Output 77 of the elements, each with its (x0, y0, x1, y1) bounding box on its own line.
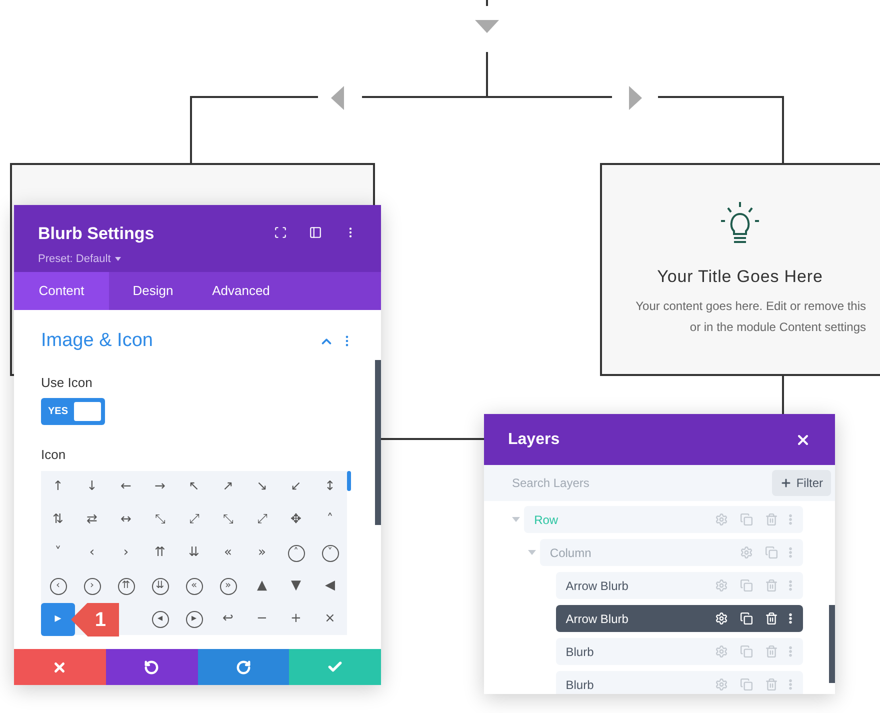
step-callout: 1 (71, 602, 119, 636)
icon-option[interactable]: ▸ (41, 602, 75, 636)
duplicate-icon[interactable] (740, 612, 753, 625)
icon-option[interactable]: ↙ (279, 470, 313, 504)
icon-option[interactable]: ˅ (313, 536, 347, 570)
icon-option[interactable]: ◀ (313, 570, 347, 602)
icon-option[interactable]: ▲ (245, 570, 279, 602)
icon-option[interactable]: → (143, 470, 177, 504)
card-text: Your content goes here. Edit or remove this (636, 298, 866, 314)
icon-option[interactable]: ↩ (211, 602, 245, 636)
preset-dropdown[interactable]: Preset: Default (38, 250, 274, 267)
icon-option[interactable]: ↗ (211, 470, 245, 504)
icon-option[interactable]: ˄ (313, 504, 347, 536)
icon-option[interactable]: ↓ (75, 470, 109, 504)
layer-item[interactable]: Arrow Blurb (556, 605, 803, 632)
icon-option[interactable]: ⇊ (143, 570, 177, 602)
icon-option[interactable]: « (211, 536, 245, 570)
icon-option[interactable]: ⤡ (143, 504, 177, 536)
icon-option[interactable]: ˄ (279, 536, 313, 570)
arrow-down-icon (475, 20, 499, 33)
close-icon (52, 660, 68, 674)
arrow-right-icon (629, 86, 642, 110)
icon-option[interactable]: × (313, 602, 347, 636)
card-title: Your Title Goes Here (657, 266, 823, 288)
icon-option[interactable]: ⤡ (211, 504, 245, 536)
icon-option[interactable]: ⇄ (75, 504, 109, 536)
plus-icon (780, 477, 792, 489)
connector-line (486, 0, 488, 6)
undo-icon (144, 660, 160, 674)
icon-option[interactable]: ◂ (143, 602, 177, 636)
undo-button[interactable] (106, 649, 198, 685)
scrollbar-thumb[interactable] (347, 470, 351, 490)
scrollbar[interactable] (375, 360, 381, 525)
icon-option[interactable]: ⤢ (177, 504, 211, 536)
card-text: or in the module Content settings (690, 318, 866, 336)
icon-option[interactable]: ⤢ (245, 504, 279, 536)
icon-option[interactable]: ↔ (109, 504, 143, 536)
icon-option[interactable]: « (177, 570, 211, 602)
icon-option[interactable]: + (279, 602, 313, 636)
icon-option[interactable]: » (245, 536, 279, 570)
icon-option[interactable]: ⇅ (41, 504, 75, 536)
search-field[interactable]: Search Layers (484, 465, 772, 501)
icon-option[interactable]: ↕ (313, 470, 347, 504)
icon-option[interactable]: ⇈ (143, 536, 177, 570)
icon-option[interactable]: − (245, 602, 279, 636)
redo-button[interactable] (198, 649, 290, 685)
tab[interactable]: Content (14, 272, 109, 310)
redo-icon (236, 660, 251, 674)
icon-option[interactable]: ▼ (279, 570, 313, 602)
fullscreen-icon[interactable] (274, 226, 287, 239)
trash-icon[interactable] (765, 612, 778, 625)
icon-option[interactable]: » (211, 570, 245, 602)
field-label: Use Icon (41, 374, 94, 392)
section-title: Image & Icon (41, 329, 154, 353)
icon-option[interactable]: ‹ (41, 570, 75, 602)
scrollbar[interactable] (829, 605, 835, 683)
icon-option[interactable]: ← (109, 470, 143, 504)
icon-option[interactable]: ↑ (41, 470, 75, 504)
panel-title: Layers (508, 430, 561, 450)
icon-option[interactable]: ▸ (177, 602, 211, 636)
icon-option[interactable]: ⇊ (177, 536, 211, 570)
icon-option[interactable]: ↘ (245, 470, 279, 504)
icon-option[interactable]: › (75, 570, 109, 602)
tab[interactable]: Design (109, 272, 197, 310)
icon-option[interactable]: ‹ (75, 536, 109, 570)
toggle-switch[interactable]: YES (41, 398, 105, 425)
filter-button[interactable]: Filter (772, 470, 831, 496)
icon-option[interactable]: › (109, 536, 143, 570)
icon-option[interactable]: ↖ (177, 470, 211, 504)
layout-icon[interactable] (309, 226, 322, 239)
icon-option[interactable]: ✥ (279, 504, 313, 536)
field-label: Icon (41, 446, 67, 464)
icon-option[interactable]: ˅ (41, 536, 75, 570)
icon-option[interactable]: ⇈ (109, 570, 143, 602)
panel-title: Blurb Settings (38, 223, 156, 245)
arrow-left-icon (331, 86, 344, 110)
tab[interactable]: Advanced (197, 272, 285, 310)
